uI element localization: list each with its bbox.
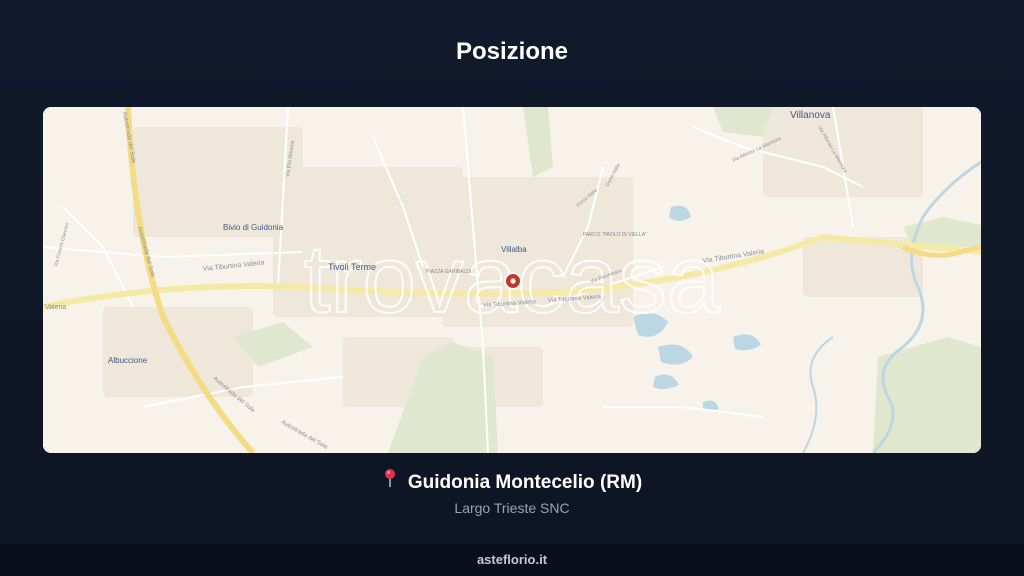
place-label-albuccione: Albuccione (108, 356, 148, 365)
location-city: Guidonia Montecelio (RM) (407, 472, 643, 494)
pushpin-icon (382, 468, 398, 494)
page-title: Posizione (455, 38, 569, 65)
place-label-bivio: Bivio di Guidonia (223, 223, 284, 232)
place-label-villalba: Villalba (501, 245, 527, 254)
place-label-villanova: Villanova (790, 110, 831, 121)
map-view[interactable]: trovacasa Villanova Bivio di Guidonia Ti… (43, 107, 981, 453)
place-label-parco: PARCO "PAOLO DI VIELLA" (583, 232, 647, 238)
footer: asteflorio.it (0, 544, 1024, 576)
map-canvas[interactable]: trovacasa Villanova Bivio di Guidonia Ti… (43, 107, 981, 453)
place-label-piazza: PIAZZA GARIBALDI (426, 269, 471, 275)
footer-brand[interactable]: asteflorio.it (477, 552, 547, 567)
location-address: Largo Trieste SNC (454, 500, 570, 516)
location-marker-icon[interactable] (504, 272, 522, 290)
location-heading: Guidonia Montecelio (RM) (0, 468, 1024, 496)
road-label-valeria: Valeria (45, 304, 66, 311)
place-label-tivoli-terme: Tivoli Terme (328, 262, 376, 272)
